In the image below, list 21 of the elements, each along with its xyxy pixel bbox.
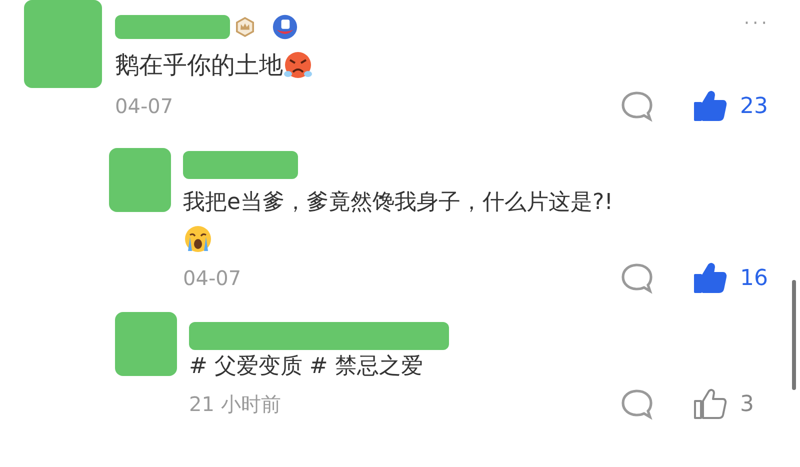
like-count: 16: [740, 266, 769, 290]
thumbs-up-icon[interactable]: [692, 90, 728, 122]
comment-date: 04-07: [183, 266, 242, 290]
thumbs-up-outline-icon[interactable]: [692, 388, 728, 420]
like-count: 23: [740, 94, 769, 118]
angry-face-icon: [283, 50, 313, 80]
comment-icon[interactable]: [620, 90, 654, 122]
comment-icon[interactable]: [620, 262, 654, 294]
comment-text: 我把e当爹，爹竟然馋我身子，什么片这是?!: [183, 189, 614, 217]
scrollbar[interactable]: [792, 280, 796, 390]
comment-date: 21 小时前: [189, 390, 281, 418]
like-count: 3: [740, 392, 755, 416]
comment-text: # 父爱变质 # 禁忌之爱: [189, 353, 424, 381]
crown-badge-icon: [236, 17, 254, 37]
comment-date: 04-07: [115, 94, 174, 118]
mascot-badge-icon: [272, 14, 298, 40]
comment-icon[interactable]: [620, 388, 654, 420]
more-options-button[interactable]: ···: [744, 12, 770, 34]
crying-face-icon: [183, 224, 213, 254]
thumbs-up-icon[interactable]: [692, 262, 728, 294]
comment-text: 鹅在乎你的土地: [115, 48, 770, 82]
